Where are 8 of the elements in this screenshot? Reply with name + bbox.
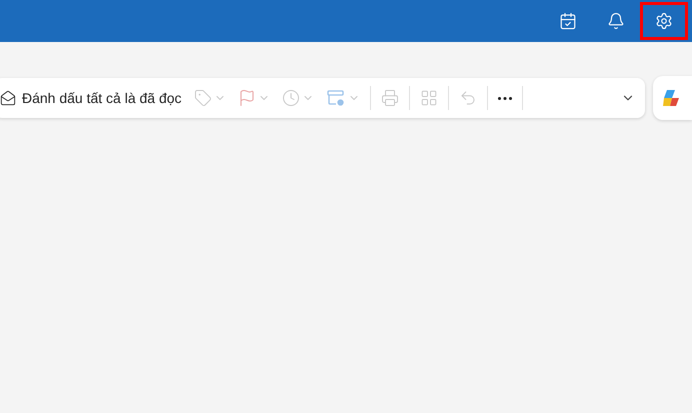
copilot-button[interactable]: [652, 76, 692, 120]
copilot-logo-icon: [662, 89, 679, 107]
settings-icon: [655, 12, 673, 30]
calendar-check-icon: [559, 12, 577, 30]
mark-all-read-button[interactable]: Đánh dấu tất cả là đã đọc: [0, 88, 188, 108]
bell-icon: [607, 12, 625, 30]
settings-button[interactable]: [640, 2, 688, 40]
envelope-open-icon: [0, 90, 16, 106]
